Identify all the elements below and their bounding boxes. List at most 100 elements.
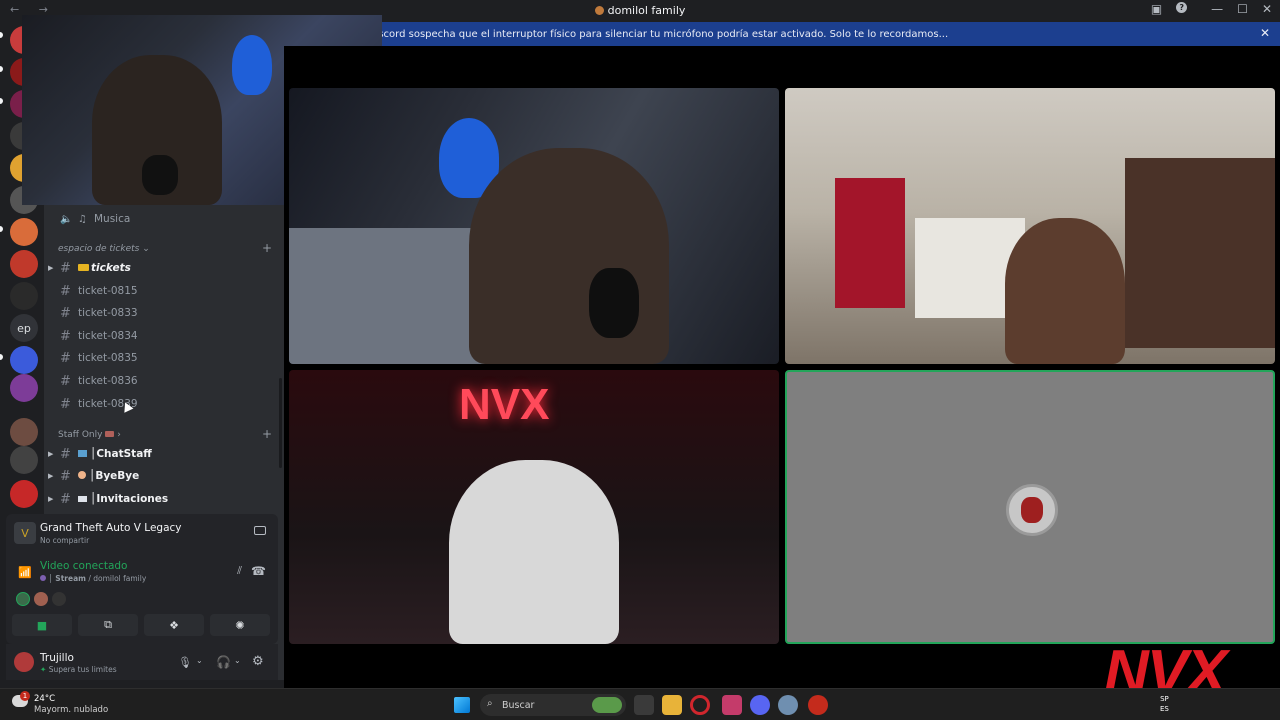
scrollbar[interactable] [279, 378, 282, 468]
app-icon-2[interactable] [808, 695, 828, 715]
banner-text: Discord sospecha que el interruptor físi… [367, 28, 949, 40]
envelope-emoji-icon [78, 496, 87, 502]
camera-button[interactable]: ■ [12, 614, 72, 636]
video-stage: NVX NVX [284, 46, 1280, 704]
settings-icon[interactable] [778, 695, 798, 715]
language-indicator[interactable]: SP ES [1160, 694, 1169, 714]
channel-ticket[interactable]: # ticket-0839 [44, 394, 284, 414]
disconnect-icon[interactable]: ☎ [251, 564, 266, 578]
task-view-icon[interactable] [634, 695, 654, 715]
server-icon-10[interactable] [10, 346, 38, 374]
headphones-icon[interactable]: 🎧 [216, 655, 231, 669]
closet [1125, 158, 1275, 348]
server-icon-8[interactable] [10, 250, 38, 278]
hash-icon: # [60, 491, 71, 507]
microphone-icon[interactable]: 🎙 [178, 656, 192, 669]
category-staff-only[interactable]: Staff Only › [58, 430, 121, 440]
server-icon-9[interactable] [10, 282, 38, 310]
share-screen-icon[interactable] [254, 526, 266, 535]
server-icon-ep[interactable]: ep [10, 314, 38, 342]
game-status: No compartir [40, 536, 90, 545]
unread-pip [0, 66, 3, 72]
username[interactable]: Trujillo [40, 652, 74, 664]
channel-musica[interactable]: 🔈 ♫ Musica [44, 209, 284, 229]
chevron-right-icon: › [117, 430, 121, 440]
minimize-icon[interactable]: — [1211, 2, 1223, 16]
chevron-down-icon[interactable]: ⌄ [234, 656, 241, 665]
hash-icon: # [60, 328, 71, 344]
person [469, 148, 669, 364]
channel-ticket[interactable]: # ticket-0833 [44, 303, 284, 323]
server-icon-14[interactable] [10, 480, 38, 508]
help-icon[interactable]: ? [1176, 2, 1188, 13]
app-icon[interactable] [722, 695, 742, 715]
search-icon: ⌕ [487, 698, 493, 709]
category-espacio-de-tickets[interactable]: espacio de tickets ⌄ [58, 244, 150, 254]
weather-desc[interactable]: Mayorm. nublado [34, 705, 108, 715]
avatar-figure [1021, 497, 1043, 523]
voice-activity-panel: V Grand Theft Auto V Legacy No compartir… [6, 514, 278, 644]
hash-icon: # [60, 396, 71, 412]
search-highlight-icon [592, 697, 622, 713]
participant-avatar[interactable] [52, 592, 66, 606]
channel-tickets[interactable]: ▶ # tickets [44, 258, 284, 278]
unread-pip [0, 354, 3, 360]
start-button[interactable] [454, 697, 470, 713]
chevron-down-icon[interactable]: ⌄ [196, 656, 203, 665]
participant-avatar[interactable] [16, 592, 30, 606]
soundboard-button[interactable]: ✺ [210, 614, 270, 636]
maximize-icon[interactable]: ☐ [1237, 2, 1248, 16]
server-icon-13[interactable] [10, 446, 38, 474]
activities-button[interactable]: ❖ [144, 614, 204, 636]
banner-close-icon[interactable]: ✕ [1260, 26, 1270, 40]
server-icon-7[interactable] [10, 218, 38, 246]
weather-temp[interactable]: 24°C [34, 694, 55, 704]
computer-emoji-icon [78, 450, 87, 457]
webcam-blue-shape [232, 35, 272, 95]
unread-pip [0, 226, 3, 232]
channel-ticket[interactable]: # ticket-0835 [44, 348, 284, 368]
weather-badge: 1 [20, 691, 30, 701]
add-channel-icon[interactable]: + [262, 241, 272, 255]
opera-icon[interactable] [690, 695, 710, 715]
inbox-icon[interactable]: ▣ [1151, 2, 1162, 16]
discord-icon[interactable] [750, 695, 770, 715]
channel-label: Invitaciones [96, 493, 169, 505]
file-explorer-icon[interactable] [662, 695, 682, 715]
add-channel-icon[interactable]: + [262, 427, 272, 441]
video-tile-bedroom[interactable] [785, 88, 1275, 364]
voice-channel-path[interactable]: │ Stream / domilol family [40, 574, 146, 583]
channel-invitaciones[interactable]: ▶ # │Invitaciones [44, 489, 284, 509]
video-tile-empty[interactable] [785, 370, 1275, 644]
noise-suppression-icon[interactable]: ⫽ [237, 564, 242, 578]
custom-status: ✦ Supera tus limites [40, 665, 117, 674]
chevron-down-icon: ⌄ [142, 244, 150, 254]
screen-share-button[interactable]: ⧉ [78, 614, 138, 636]
settings-gear-icon[interactable]: ⚙ [252, 654, 264, 669]
server-icon-12[interactable] [10, 418, 38, 446]
channel-ticket[interactable]: # ticket-0815 [44, 281, 284, 301]
server-icon-11[interactable] [10, 374, 38, 402]
channel-label: tickets [91, 262, 131, 274]
neon-sign: NVX [459, 380, 550, 429]
music-note-icon: ♫ [78, 213, 87, 225]
caret-icon: ▶ [48, 450, 54, 458]
video-tile-streamer[interactable] [289, 88, 779, 364]
folder-emoji-icon [78, 264, 89, 271]
video-tile-nvx[interactable]: NVX [289, 370, 779, 644]
channel-chatstaff[interactable]: ▶ # │ChatStaff [44, 444, 284, 464]
connection-status[interactable]: Video conectado [40, 560, 127, 572]
hash-icon: # [60, 373, 71, 389]
hash-icon: # [60, 260, 71, 276]
channel-byebye[interactable]: ▶ # │ByeBye [44, 466, 284, 486]
user-panel: Trujillo ✦ Supera tus limites 🎙 ⌄ 🎧 ⌄ ⚙ [6, 644, 278, 680]
hash-icon: # [60, 283, 71, 299]
close-window-icon[interactable]: ✕ [1262, 2, 1272, 16]
taskbar-search[interactable]: ⌕ Buscar [480, 694, 626, 716]
hash-icon: # [60, 468, 71, 484]
avatar[interactable] [14, 652, 34, 672]
participant-avatar[interactable] [34, 592, 48, 606]
channel-ticket[interactable]: # ticket-0836 [44, 371, 284, 391]
channel-ticket[interactable]: # ticket-0834 [44, 326, 284, 346]
channel-dot-icon [40, 575, 46, 581]
